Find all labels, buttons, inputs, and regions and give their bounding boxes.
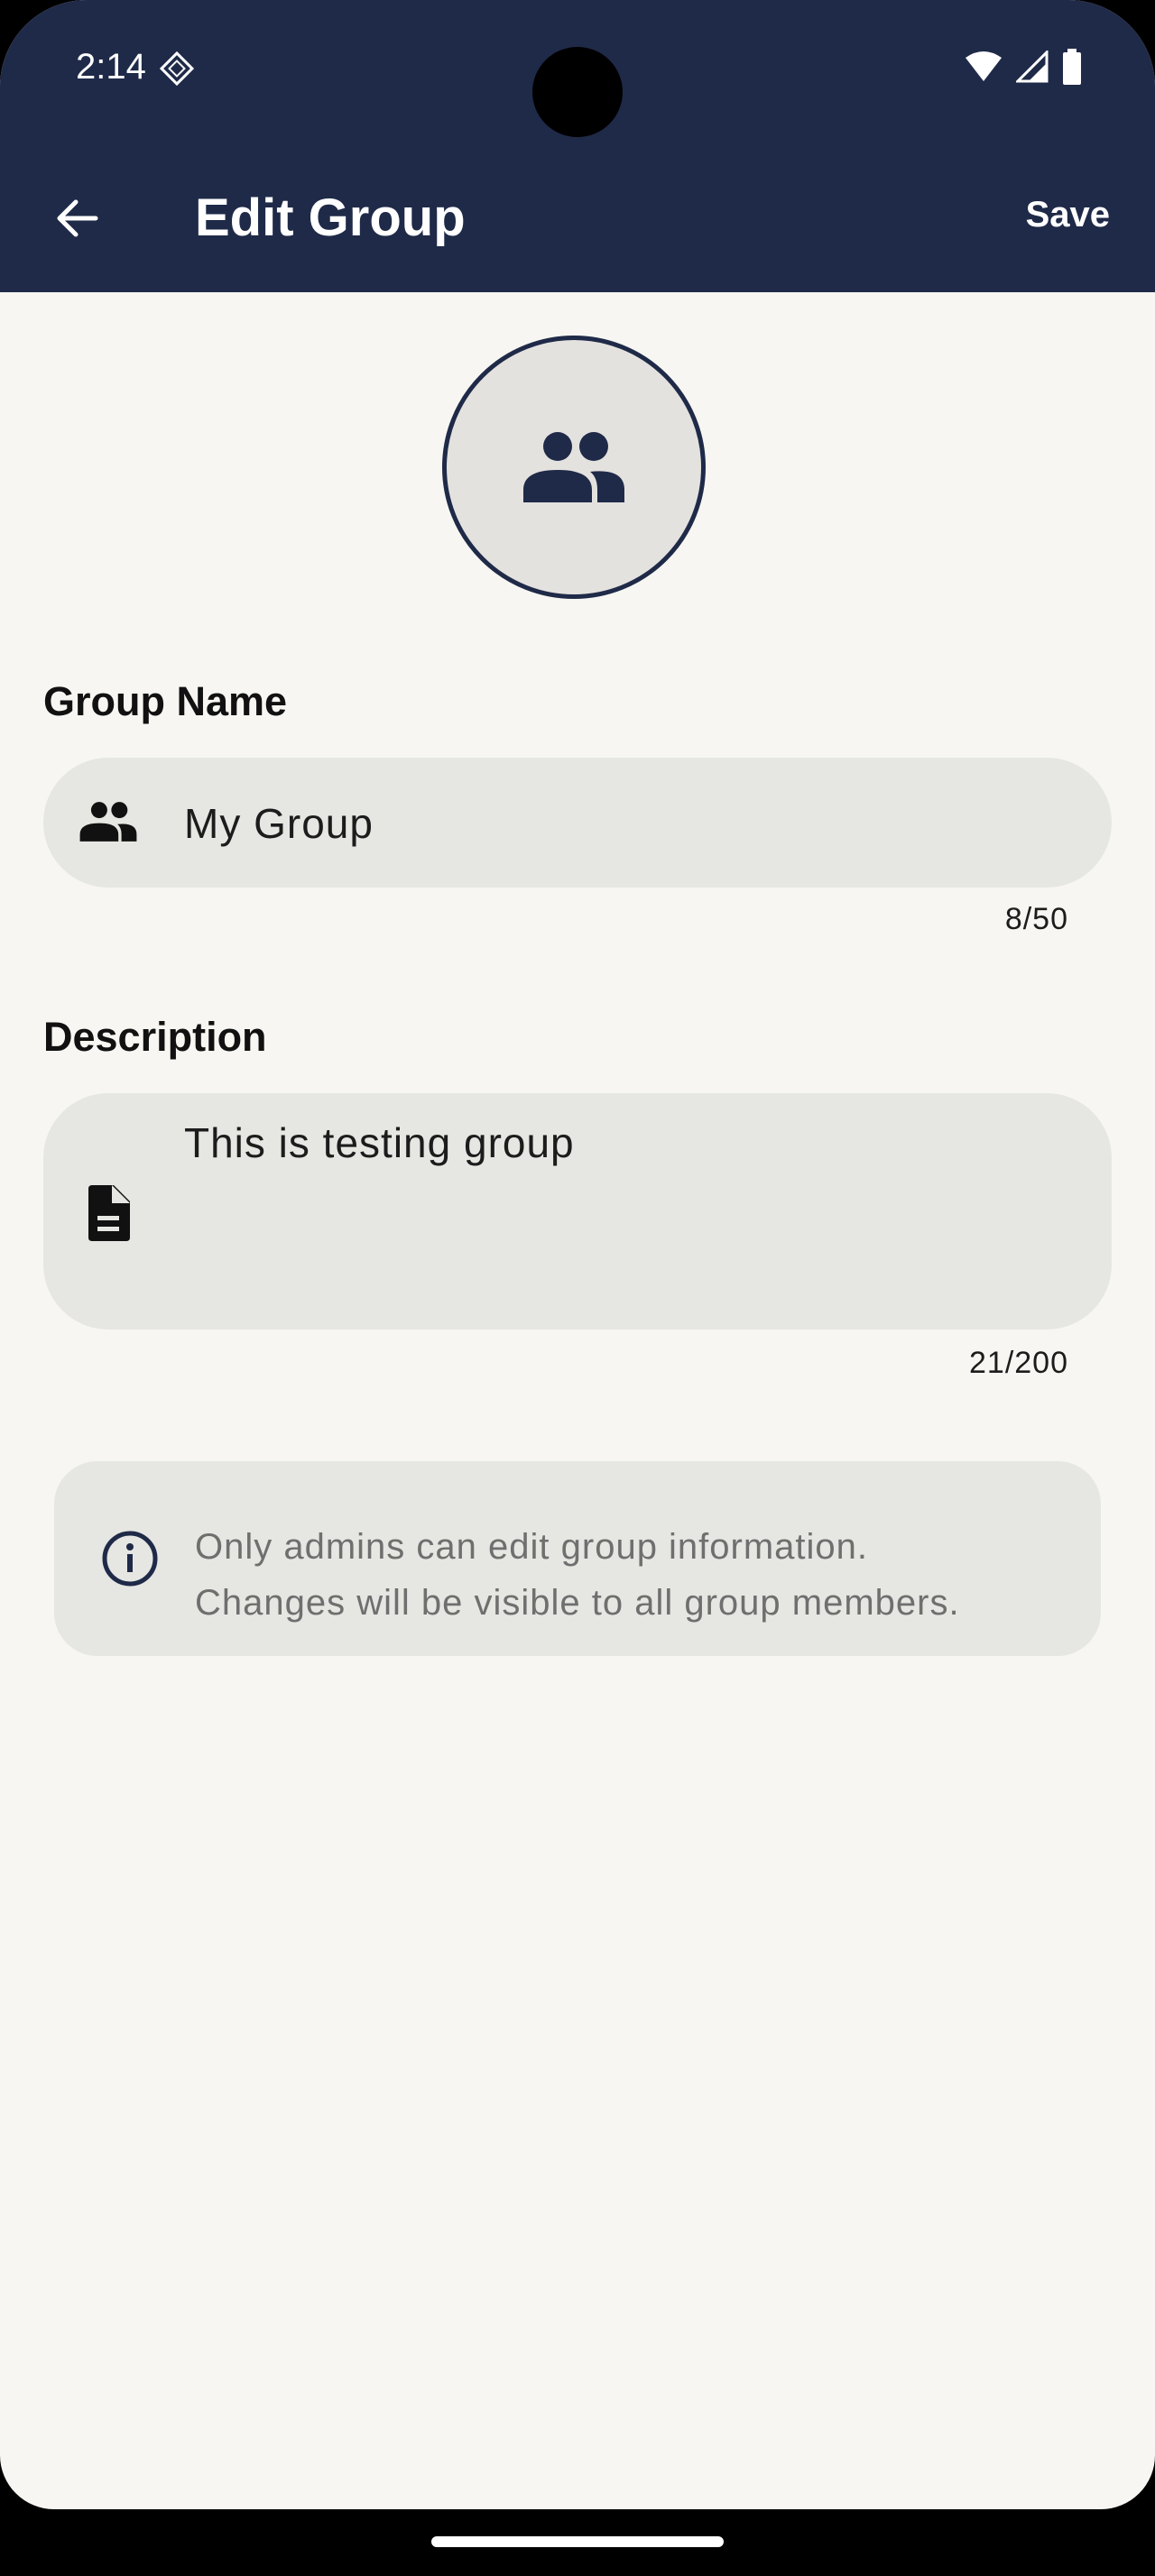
info-icon (102, 1531, 158, 1587)
group-icon (523, 432, 624, 502)
description-label: Description (43, 1014, 267, 1060)
info-card: Only admins can edit group information. … (54, 1461, 1101, 1656)
group-name-counter: 8/50 (1004, 902, 1068, 936)
battery-icon (1063, 49, 1081, 85)
group-avatar[interactable] (442, 336, 706, 599)
info-line-1: Only admins can edit group information. (195, 1527, 869, 1567)
back-button[interactable] (47, 189, 105, 247)
wifi-icon (966, 51, 1002, 81)
group-name-input[interactable]: My Group (184, 799, 374, 848)
group-name-label: Group Name (43, 678, 288, 724)
info-line-2: Changes will be visible to all group mem… (195, 1583, 960, 1623)
signal-icon (1016, 51, 1049, 83)
description-field[interactable]: This is testing group (43, 1093, 1112, 1329)
group-name-field[interactable]: My Group (43, 758, 1112, 888)
document-icon (88, 1185, 130, 1241)
save-button[interactable]: Save (1026, 195, 1110, 235)
home-indicator[interactable] (431, 2536, 724, 2547)
back-arrow-icon (57, 199, 98, 237)
status-icons (964, 49, 1083, 85)
sim-icon (159, 51, 195, 87)
info-text: Only admins can edit group information. … (195, 1519, 960, 1631)
camera-cutout (532, 47, 623, 137)
screen: 2:14 Edit Group Save Group Name My Group… (0, 0, 1155, 2509)
description-input[interactable]: This is testing group (184, 1118, 575, 1167)
page-title: Edit Group (195, 189, 466, 247)
status-time: 2:14 (76, 47, 146, 87)
app-bar: 2:14 Edit Group Save (0, 0, 1155, 292)
group-icon (79, 802, 137, 842)
description-counter: 21/200 (969, 1346, 1068, 1380)
